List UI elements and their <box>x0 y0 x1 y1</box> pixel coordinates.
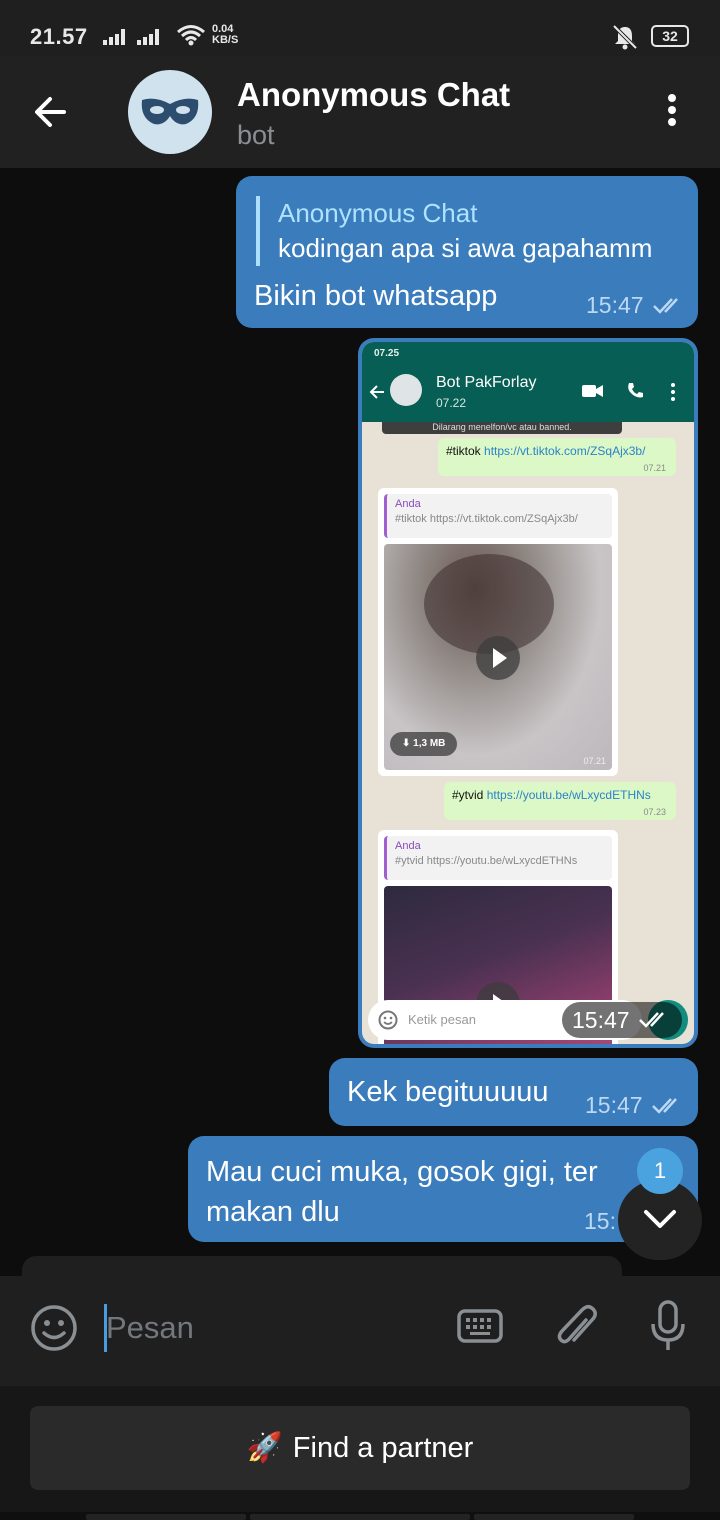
message-time: 15:47 <box>572 1006 630 1033</box>
chat-subtitle: bot <box>237 120 275 150</box>
find-partner-label: Find a partner <box>292 1431 474 1464</box>
ss-avatar <box>390 374 422 406</box>
mask-icon <box>141 98 199 125</box>
ss-video-call-icon <box>582 385 603 397</box>
ss-chat-name: Bot PakForlay <box>436 374 537 391</box>
smiley-icon <box>31 1305 77 1351</box>
message-time: 15:47 <box>585 1092 643 1118</box>
ss-outgoing-message: #ytvid https://youtu.be/wLxycdETHNs 07.2… <box>444 782 676 820</box>
ss-banner: Dilarang menelfon/vc atau banned. <box>382 422 622 434</box>
attach-button[interactable] <box>554 1302 598 1359</box>
network-speed: 0.04 KB/S <box>212 24 238 46</box>
message-time: 15: <box>584 1208 616 1234</box>
double-check-icon <box>651 1097 677 1114</box>
ss-emoji-icon <box>378 1010 398 1030</box>
reply-quote[interactable]: Anonymous Chat kodingan apa si awa gapah… <box>256 196 652 266</box>
pinned-panel-edge <box>22 1256 622 1278</box>
message-text: Mau cuci muka, gosok gigi, ter makan dlu <box>206 1152 598 1232</box>
voice-record-button[interactable] <box>648 1298 688 1359</box>
emoji-button[interactable] <box>30 1304 78 1357</box>
message-meta: 15:47 <box>562 1002 682 1038</box>
ss-link: https://vt.tiktok.com/ZSqAjx3b/ <box>484 444 646 458</box>
message-meta: 15: <box>584 1208 616 1235</box>
double-check-icon <box>652 297 678 314</box>
ss-more-icon <box>671 383 675 401</box>
ss-input-placeholder: Ketik pesan <box>408 1012 476 1027</box>
message-input[interactable]: Pesan <box>106 1310 194 1346</box>
bot-keyboard-button[interactable] <box>456 1306 504 1351</box>
ss-tag: #ytvid <box>452 788 484 802</box>
microphone-icon <box>651 1300 685 1350</box>
ss-phone-icon <box>628 383 643 398</box>
message-text: Kek begituuuuu <box>347 1076 549 1108</box>
bot-reply-keyboard: 🚀 Find a partner <box>0 1386 720 1520</box>
message-meta: 15:47 <box>586 292 686 319</box>
ss-video-time: 07.21 <box>583 756 606 766</box>
arrow-left-icon <box>35 97 66 127</box>
ss-tag: #tiktok <box>446 444 481 458</box>
message-bubble-outgoing[interactable]: Anonymous Chat kodingan apa si awa gapah… <box>236 176 698 328</box>
message-meta: 15:47 <box>585 1092 685 1119</box>
ss-quote: Anda #tiktok https://vt.tiktok.com/ZSqAj… <box>384 494 612 538</box>
chevron-down-icon <box>644 1210 676 1228</box>
signal-icon <box>103 29 125 45</box>
chat-header: Anonymous Chat bot <box>0 56 720 168</box>
ss-status-time: 07.25 <box>374 348 400 359</box>
bell-off-icon <box>610 24 640 55</box>
message-text-line: makan dlu <box>206 1196 340 1228</box>
paperclip-icon <box>557 1305 597 1344</box>
ss-status-bar: 07.25 <box>362 342 694 364</box>
double-check-icon <box>638 1012 664 1028</box>
back-button[interactable] <box>30 92 80 132</box>
battery-icon: 32 <box>651 25 689 47</box>
message-text: Bikin bot whatsapp <box>254 280 498 312</box>
reply-author: Anonymous Chat <box>278 198 478 228</box>
message-text-line: Mau cuci muka, gosok gigi, ter <box>206 1156 598 1188</box>
ss-quote: Anda #ytvid https://youtu.be/wLxycdETHNs <box>384 836 612 880</box>
unread-badge: 1 <box>637 1148 683 1194</box>
find-partner-button[interactable]: 🚀 Find a partner <box>30 1406 690 1490</box>
ss-play-icon <box>476 636 520 680</box>
ss-time: 07.21 <box>643 463 666 473</box>
message-time: 15:47 <box>586 292 644 318</box>
reply-text: kodingan apa si awa gapahamm <box>278 233 653 263</box>
whatsapp-screenshot-image[interactable]: 07.25 Bot PakForlay 07.22 Dilarang menel… <box>362 342 694 1044</box>
ss-outgoing-message: #tiktok https://vt.tiktok.com/ZSqAjx3b/ … <box>438 438 676 476</box>
network-speed-unit: KB/S <box>212 34 239 46</box>
avatar[interactable] <box>128 70 212 154</box>
chat-title[interactable]: Anonymous Chat <box>237 76 510 114</box>
ss-quote-text: #ytvid https://youtu.be/wLxycdETHNs <box>395 855 578 867</box>
ss-quote-text: #tiktok https://vt.tiktok.com/ZSqAjx3b/ <box>395 513 578 525</box>
status-bar: 21.57 0.04 KB/S 32 <box>0 0 720 56</box>
ss-chat-sub: 07.22 <box>436 396 467 410</box>
ss-back-icon <box>369 385 384 399</box>
ss-download-badge: ⬇ 1,3 MB <box>390 732 458 756</box>
signal-icon <box>137 29 159 45</box>
wifi-icon <box>176 24 206 51</box>
ss-chat-header: Bot PakForlay 07.22 <box>362 364 694 422</box>
ss-quote-name: Anda <box>395 840 421 852</box>
ss-video-thumbnail: ⬇ 1,3 MB 07.21 <box>384 544 612 770</box>
message-bubble-outgoing[interactable]: Kek begituuuuu 15:47 <box>329 1058 698 1126</box>
more-menu-button[interactable] <box>660 94 684 134</box>
navigation-bar <box>0 1512 720 1520</box>
photo-message[interactable]: 07.25 Bot PakForlay 07.22 Dilarang menel… <box>358 338 698 1048</box>
ss-size: 1,3 MB <box>413 738 446 749</box>
keyboard-icon <box>457 1309 503 1343</box>
ss-time: 07.23 <box>643 807 666 817</box>
message-composer: Pesan <box>0 1276 720 1386</box>
rocket-icon: 🚀 <box>246 1432 283 1464</box>
ss-quote-name: Anda <box>395 498 421 510</box>
ss-link: https://youtu.be/wLxycdETHNs <box>486 788 651 802</box>
ss-incoming-video: Anda #tiktok https://vt.tiktok.com/ZSqAj… <box>378 488 618 776</box>
status-time: 21.57 <box>30 24 88 49</box>
